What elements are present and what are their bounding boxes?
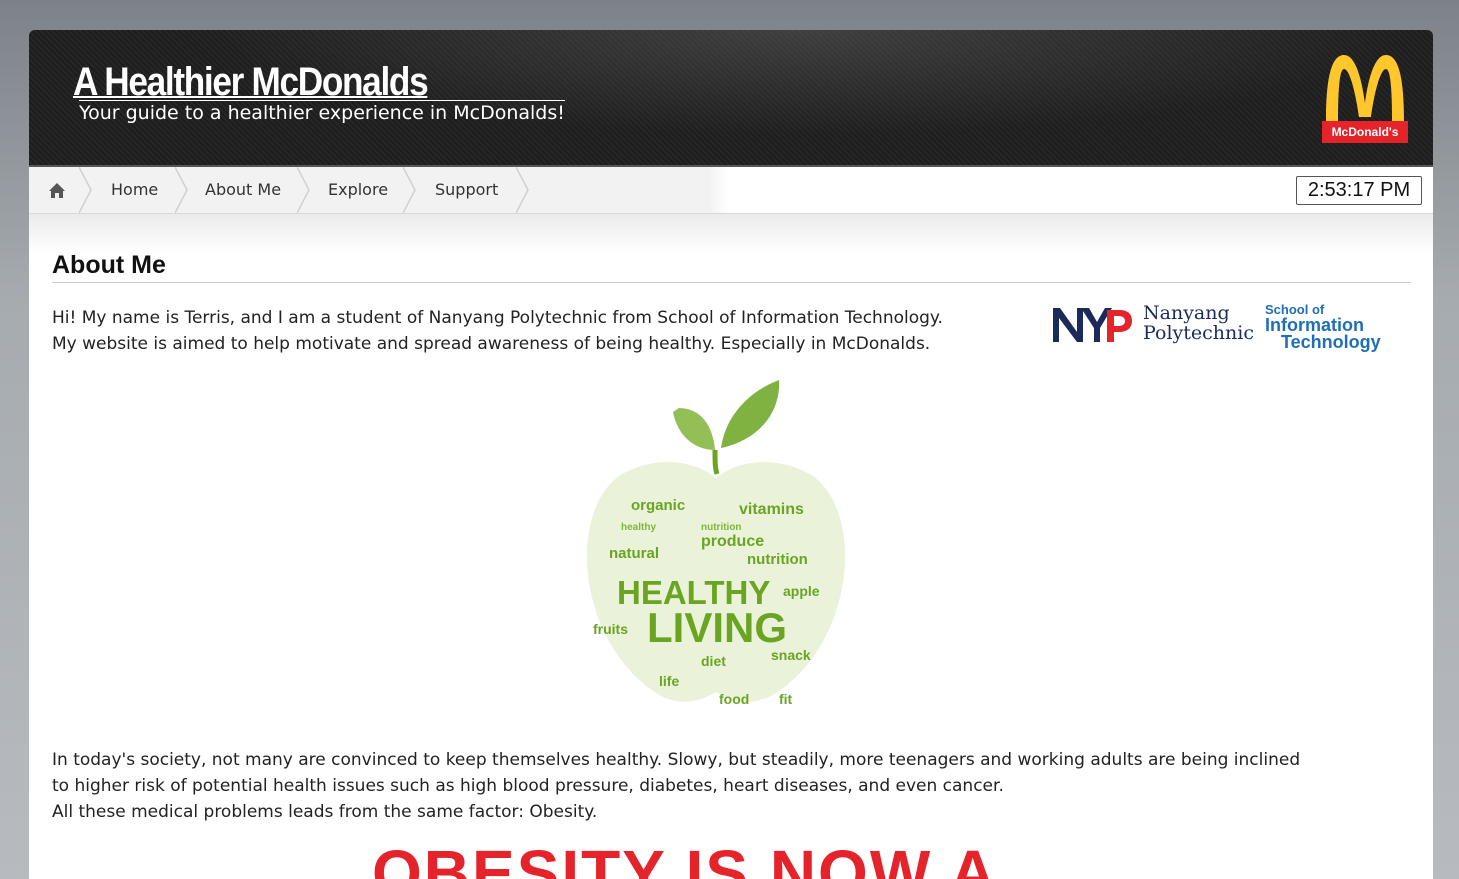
apple-word: fruits — [593, 621, 628, 637]
apple-word: nutrition — [747, 551, 808, 568]
nav-separator — [297, 167, 310, 213]
obesity-banner: OBESITY IS NOW A — [372, 837, 998, 879]
healthy-living-apple-image: organic vitamins healthy nutrition produ… — [586, 380, 846, 707]
nyp-name: Nanyang Polytechnic — [1143, 303, 1254, 343]
page-title: About Me — [52, 248, 1411, 283]
nav-bar: Home About Me Explore Support — [29, 167, 1433, 214]
intro-line-1: Hi! My name is Terris, and I am a studen… — [52, 308, 943, 328]
nyp-name-line2: Polytechnic — [1143, 322, 1254, 344]
site-header: A Healthier McDonalds Your guide to a he… — [29, 30, 1433, 167]
apple-word: apple — [783, 583, 820, 599]
nyp-name-line1: Nanyang — [1143, 302, 1230, 324]
nav-about-me[interactable]: About Me — [205, 167, 281, 213]
apple-word: snack — [771, 647, 811, 663]
body-line-1: In today's society, not many are convinc… — [52, 750, 1301, 770]
sit-logo-text: School of Information Technology — [1265, 303, 1381, 352]
apple-word: life — [659, 673, 679, 689]
apple-word: food — [719, 691, 749, 707]
page-container: A Healthier McDonalds Your guide to a he… — [29, 30, 1433, 879]
home-icon[interactable] — [48, 167, 70, 213]
nyp-logo: Nanyang Polytechnic School of Informatio… — [1051, 300, 1391, 352]
nav-separator — [403, 167, 416, 213]
sit-line3: Technology — [1281, 332, 1381, 352]
apple-word: healthy — [621, 522, 656, 533]
apple-word: produce — [701, 533, 764, 550]
body-line-3: All these medical problems leads from th… — [52, 802, 598, 822]
mcdonalds-logo: McDonald's — [1322, 55, 1408, 143]
nav-separator — [79, 167, 92, 213]
nav-support[interactable]: Support — [435, 167, 498, 213]
apple-headline-2: LIVING — [647, 604, 787, 651]
clock-display: 2:53:17 PM — [1296, 176, 1422, 205]
nav-explore[interactable]: Explore — [328, 167, 388, 213]
site-title[interactable]: A Healthier McDonalds — [73, 60, 429, 104]
site-subtitle: Your guide to a healthier experience in … — [79, 100, 565, 124]
apple-word: vitamins — [739, 501, 804, 518]
nav-home[interactable]: Home — [111, 167, 158, 213]
apple-word: diet — [701, 653, 726, 669]
logo-text: McDonald's — [1332, 125, 1399, 139]
apple-word: nutrition — [701, 522, 742, 533]
nav-separator — [175, 167, 188, 213]
nyp-mark — [1053, 308, 1132, 342]
body-line-2: to higher risk of potential health issue… — [52, 776, 1004, 796]
apple-word: fit — [779, 691, 793, 707]
apple-word: organic — [631, 497, 685, 514]
intro-line-2: My website is aimed to help motivate and… — [52, 334, 931, 354]
apple-word: natural — [609, 545, 659, 562]
nav-separator — [516, 167, 529, 213]
